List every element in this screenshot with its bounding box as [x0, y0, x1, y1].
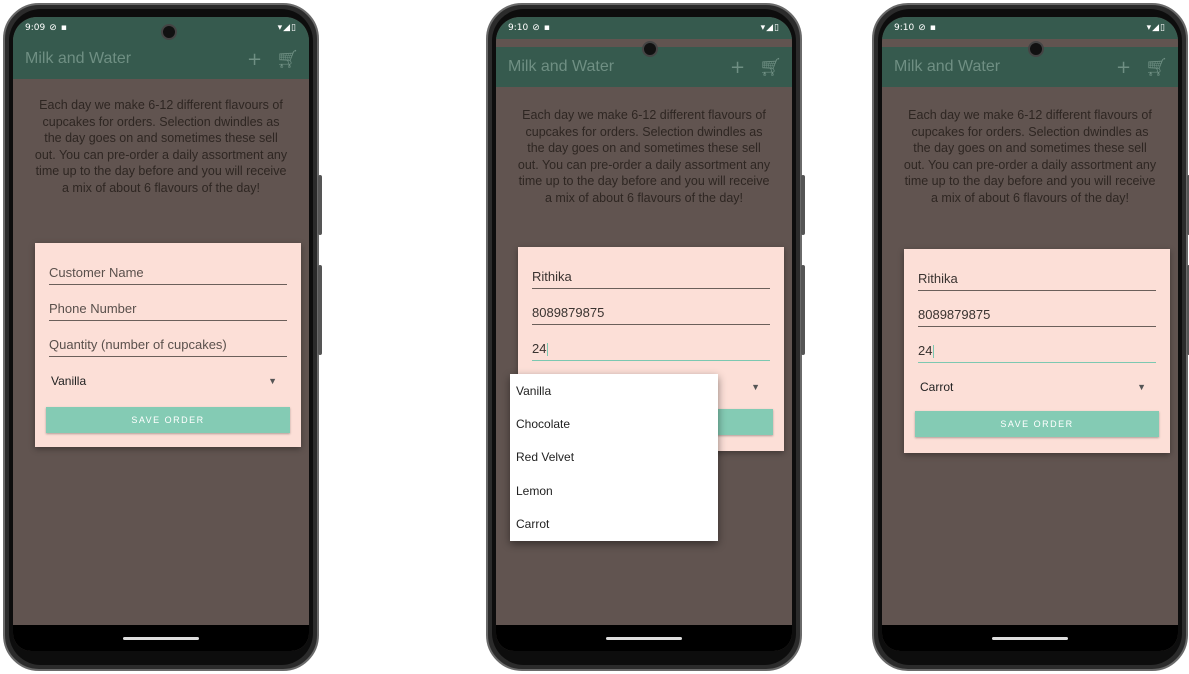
chevron-down-icon: ▼ [1137, 382, 1146, 392]
status-bar: 9:10 ⊘ ▪ ▾◢▯ [496, 17, 792, 39]
flavour-select-value: Vanilla [51, 374, 87, 388]
notification-icon: ▪ [60, 23, 67, 33]
phone-number-input[interactable]: 8089879875 [918, 301, 1156, 327]
home-indicator[interactable] [992, 637, 1068, 640]
front-camera [161, 24, 177, 40]
power-button [801, 265, 805, 355]
dropdown-option-lemon[interactable]: Lemon [510, 474, 718, 507]
text-caret [933, 345, 935, 358]
quantity-input[interactable]: 24 [918, 337, 1156, 363]
screen-1: 9:09 ⊘ ▪ ▾◢▯ Milk and Water + 🛒︎ Each da… [13, 17, 309, 651]
dnd-icon: ⊘ [49, 23, 57, 33]
order-form-card: Rithika 8089879875 24 Carrot ▼ SAVE ORDE… [904, 249, 1170, 453]
phone-number-input[interactable]: 8089879875 [532, 299, 770, 325]
add-icon[interactable]: + [1116, 57, 1131, 78]
customer-name-input[interactable]: Rithika [532, 263, 770, 289]
front-camera [642, 41, 658, 57]
save-order-button[interactable]: SAVE ORDER [46, 407, 290, 433]
add-icon[interactable]: + [247, 49, 262, 70]
description-text: Each day we make 6-12 different flavours… [34, 98, 288, 195]
phone-3: 9:10 ⊘ ▪ ▾◢▯ Milk and Water + 🛒︎ Each da… [872, 3, 1189, 671]
quantity-input[interactable]: 24 [532, 335, 770, 361]
volume-button [801, 175, 805, 235]
dropdown-option-chocolate[interactable]: Chocolate [510, 407, 718, 440]
screen-3: 9:10 ⊘ ▪ ▾◢▯ Milk and Water + 🛒︎ Each da… [882, 17, 1178, 651]
front-camera [1028, 41, 1044, 57]
quantity-value: 24 [918, 343, 933, 358]
power-button [318, 265, 322, 355]
order-form-card: Customer Name Phone Number Quantity (num… [35, 243, 301, 447]
app-title: Milk and Water [508, 58, 615, 75]
chevron-down-icon: ▼ [751, 382, 760, 392]
signal-battery-icons: ▾◢▯ [277, 23, 297, 33]
home-bar [496, 625, 792, 651]
description-text: Each day we make 6-12 different flavours… [903, 108, 1157, 205]
app-bar: Milk and Water + 🛒︎ [13, 39, 309, 79]
text-caret [547, 343, 549, 356]
signal-battery-icons: ▾◢▯ [1146, 23, 1166, 33]
home-indicator[interactable] [123, 637, 199, 640]
quantity-value: 24 [532, 341, 547, 356]
screen-2: 9:10 ⊘ ▪ ▾◢▯ Milk and Water + 🛒︎ Each da… [496, 17, 792, 651]
status-bar: 9:10 ⊘ ▪ ▾◢▯ [882, 17, 1178, 39]
notification-icon: ▪ [929, 23, 936, 33]
status-time: 9:10 [894, 23, 915, 33]
chevron-down-icon: ▼ [268, 376, 277, 386]
customer-name-input[interactable]: Rithika [918, 265, 1156, 291]
status-time: 9:09 [25, 23, 46, 33]
flavour-select[interactable]: Carrot ▼ [920, 375, 1150, 399]
status-time: 9:10 [508, 23, 529, 33]
dnd-icon: ⊘ [918, 23, 926, 33]
flavour-select-value: Carrot [920, 380, 954, 394]
flavour-dropdown-menu: Vanilla Chocolate Red Velvet Lemon Carro… [510, 374, 718, 541]
phone-1: 9:09 ⊘ ▪ ▾◢▯ Milk and Water + 🛒︎ Each da… [3, 3, 322, 671]
cart-icon[interactable]: 🛒︎ [759, 57, 782, 78]
customer-name-input[interactable]: Customer Name [49, 259, 287, 285]
add-icon[interactable]: + [730, 57, 745, 78]
dropdown-option-vanilla[interactable]: Vanilla [510, 374, 718, 407]
signal-battery-icons: ▾◢▯ [760, 23, 780, 33]
dropdown-option-red-velvet[interactable]: Red Velvet [510, 441, 718, 474]
home-bar [13, 625, 309, 651]
phone-2: 9:10 ⊘ ▪ ▾◢▯ Milk and Water + 🛒︎ Each da… [486, 3, 805, 671]
quantity-input[interactable]: Quantity (number of cupcakes) [49, 331, 287, 357]
home-bar [882, 625, 1178, 651]
app-title: Milk and Water [894, 58, 1001, 75]
volume-button [318, 175, 322, 235]
home-indicator[interactable] [606, 637, 682, 640]
save-order-button[interactable]: SAVE ORDER [915, 411, 1159, 437]
flavour-select[interactable]: Vanilla ▼ [51, 369, 281, 393]
cart-icon[interactable]: 🛒︎ [1145, 57, 1168, 78]
dnd-icon: ⊘ [532, 23, 540, 33]
cart-icon[interactable]: 🛒︎ [276, 49, 299, 70]
phone-number-input[interactable]: Phone Number [49, 295, 287, 321]
app-title: Milk and Water [25, 50, 132, 67]
dropdown-option-carrot[interactable]: Carrot [510, 508, 718, 541]
description-text: Each day we make 6-12 different flavours… [517, 108, 771, 205]
notification-icon: ▪ [543, 23, 550, 33]
